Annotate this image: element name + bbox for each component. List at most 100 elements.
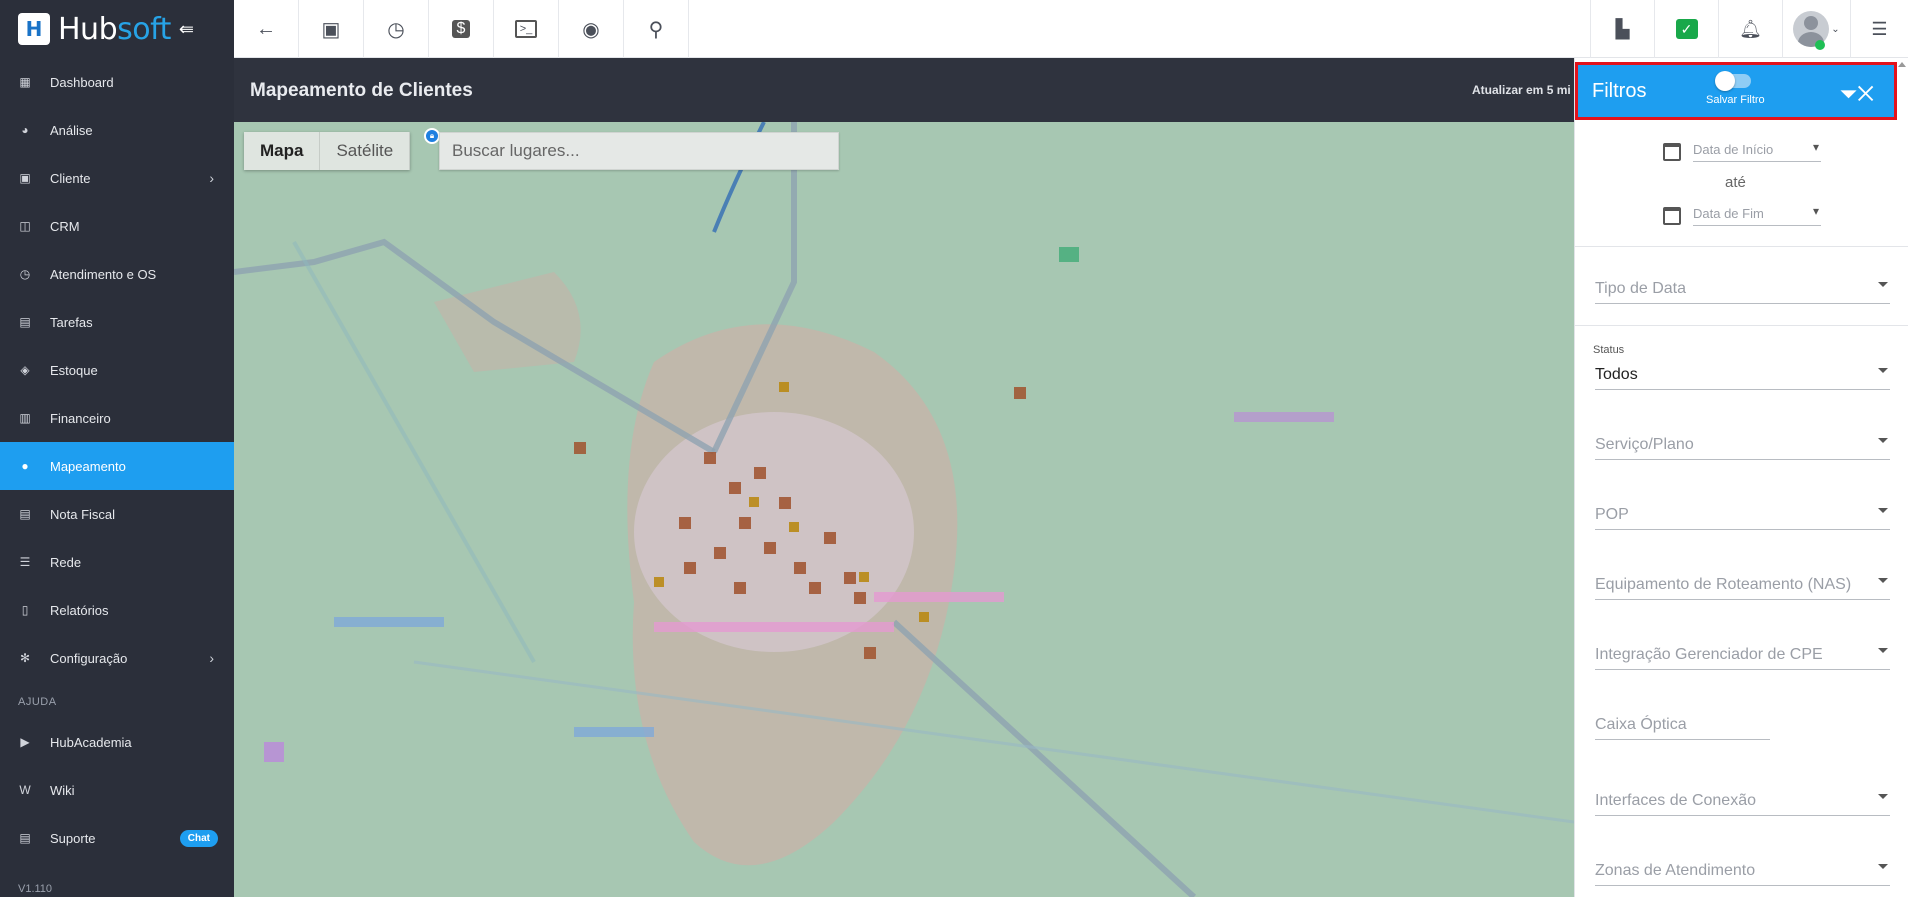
tasks-check-button[interactable]: ✓	[1654, 0, 1718, 58]
terminal-button[interactable]: >_	[494, 0, 559, 58]
map-area[interactable]: Mapa Satélite 🔒︎ Buscar lugares...	[234, 122, 1574, 897]
zonas-select[interactable]: Zonas de Atendimento	[1595, 862, 1890, 886]
calendar-clock-icon: ◷	[19, 267, 31, 281]
save-filter-toggle[interactable]	[1715, 71, 1751, 91]
scroll-up-icon[interactable]	[1898, 62, 1906, 67]
pie-chart-icon: ◕	[21, 123, 29, 137]
sidebar-item-label: Wiki	[50, 782, 75, 798]
sidebar-item-nota-fiscal[interactable]: ▤ Nota Fiscal	[0, 490, 234, 538]
sidebar-item-label: CRM	[50, 218, 80, 234]
schedule-button[interactable]: ◷	[364, 0, 429, 58]
wiki-icon: W	[19, 783, 31, 797]
sidebar-item-hubacademia[interactable]: ▶ HubAcademia	[0, 718, 234, 766]
status-label: Status	[1593, 344, 1625, 356]
crm-icon: ◫	[19, 219, 31, 233]
hubsoft-logo-icon: H	[18, 13, 50, 45]
caixa-optica-input[interactable]: Caixa Óptica	[1595, 716, 1770, 740]
sidebar-item-estoque[interactable]: ◈ Estoque	[0, 346, 234, 394]
notifications-button[interactable]: 🔔︎	[1718, 0, 1782, 58]
map-type-map[interactable]: Mapa	[244, 132, 321, 170]
map-type-switcher: Mapa Satélite	[244, 132, 411, 170]
network-icon: ☰	[19, 555, 31, 569]
sidebar-item-label: Configuração	[50, 650, 128, 666]
sidebar-item-suporte[interactable]: ▤ Suporte Chat	[0, 814, 234, 862]
sidebar-item-cliente[interactable]: ▣ Cliente ›	[0, 154, 234, 202]
sidebar-item-tarefas[interactable]: ▤ Tarefas	[0, 298, 234, 346]
brand-name: Hubsoft	[58, 11, 171, 47]
sidebar-item-label: HubAcademia	[50, 734, 132, 750]
chat-icon: ▤	[19, 831, 31, 845]
back-button[interactable]: ←	[234, 0, 299, 58]
terminal-icon: >_	[514, 20, 538, 38]
sidebar-item-rede[interactable]: ☰ Rede	[0, 538, 234, 586]
integracao-select[interactable]: Integração Gerenciador de CPE	[1595, 646, 1890, 670]
finance-button[interactable]: $	[429, 0, 494, 58]
version-label: V1.110	[18, 883, 53, 895]
dropdown-arrow-icon	[1878, 508, 1888, 513]
pop-label: POP	[1595, 506, 1629, 523]
client-button[interactable]: ▣	[299, 0, 364, 58]
date-start-row: Data de Início	[1663, 140, 1821, 162]
sidebar-item-label: Análise	[50, 122, 93, 138]
integracao-label: Integração Gerenciador de CPE	[1595, 646, 1823, 663]
sidebar-item-atendimento[interactable]: ◷ Atendimento e OS	[0, 250, 234, 298]
arrow-left-icon: ←	[256, 17, 276, 40]
collapse-sidebar-icon[interactable]: ⇚	[179, 19, 194, 40]
help-nav: ▶ HubAcademia W Wiki ▤ Suporte Chat	[0, 718, 234, 862]
check-icon: ✓	[1675, 19, 1698, 39]
sidebar-item-label: Nota Fiscal	[50, 506, 116, 522]
search-places-input[interactable]: Buscar lugares...	[439, 132, 839, 170]
auto-update-label: Atualizar em 5 mi	[1472, 83, 1571, 97]
report-icon: ▯	[21, 603, 29, 617]
user-menu[interactable]: ⌄	[1782, 0, 1850, 58]
divider	[1575, 325, 1908, 326]
filter-panel: Filtros Salvar Filtro ⏷✕ Data de Início …	[1574, 58, 1908, 897]
tipo-data-select[interactable]: Tipo de Data	[1595, 280, 1890, 304]
search-button[interactable]: ⚲	[624, 0, 689, 58]
dropdown-arrow-icon	[1878, 648, 1888, 653]
sidebar-item-wiki[interactable]: W Wiki	[0, 766, 234, 814]
sidebar-item-label: Dashboard	[50, 74, 114, 90]
sidebar-item-label: Atendimento e OS	[50, 266, 157, 282]
bell-icon: 🔔︎	[1739, 18, 1762, 39]
zonas-label: Zonas de Atendimento	[1595, 862, 1756, 879]
eye-icon: ◉	[582, 18, 600, 41]
top-toolbar: ← ▣ ◷ $ >_ ◉ ⚲ ▙ ✓ 🔔︎ ⌄ ☰	[234, 0, 1908, 58]
clear-filter-icon[interactable]: ⏷✕	[1840, 81, 1874, 107]
tipo-data-label: Tipo de Data	[1595, 280, 1687, 297]
map-type-satellite[interactable]: Satélite	[320, 132, 411, 170]
menu-button[interactable]: ☰	[1850, 0, 1908, 58]
sidebar-item-dashboard[interactable]: ▦ Dashboard	[0, 58, 234, 106]
map-canvas	[234, 122, 1574, 897]
sidebar-item-configuracao[interactable]: ✻ Configuração ›	[0, 634, 234, 682]
view-button[interactable]: ◉	[559, 0, 624, 58]
interfaces-label: Interfaces de Conexão	[1595, 792, 1756, 809]
date-start-field[interactable]: Data de Início	[1693, 140, 1821, 162]
chat-badge[interactable]: Chat	[179, 829, 218, 847]
contact-card-icon: ▣	[321, 18, 341, 41]
pdf-button[interactable]: ▙	[1590, 0, 1654, 58]
sidebar-item-financeiro[interactable]: ▥ Financeiro	[0, 394, 234, 442]
equipamento-select[interactable]: Equipamento de Roteamento (NAS)	[1595, 576, 1890, 600]
sidebar-item-crm[interactable]: ◫ CRM	[0, 202, 234, 250]
date-end-row: Data de Fim	[1663, 204, 1821, 226]
equipamento-label: Equipamento de Roteamento (NAS)	[1595, 576, 1852, 593]
status-select[interactable]: Todos	[1595, 366, 1890, 390]
date-end-field[interactable]: Data de Fim	[1693, 204, 1821, 226]
pop-select[interactable]: POP	[1595, 506, 1890, 530]
sidebar-item-label: Suporte	[50, 830, 96, 846]
pdf-file-icon: ▙	[1615, 18, 1630, 39]
sidebar-item-label: Mapeamento	[50, 458, 126, 474]
sidebar-item-analise[interactable]: ◕ Análise	[0, 106, 234, 154]
tasks-icon: ▤	[19, 315, 31, 329]
lock-icon[interactable]: 🔒︎	[424, 128, 440, 144]
brand[interactable]: H Hubsoft ⇚	[0, 0, 234, 58]
list-menu-icon: ☰	[1871, 18, 1888, 39]
search-icon: ⚲	[648, 18, 664, 41]
money-icon: ▥	[19, 411, 31, 425]
interfaces-select[interactable]: Interfaces de Conexão	[1595, 792, 1890, 816]
sidebar-item-mapeamento[interactable]: ● Mapeamento	[0, 442, 234, 490]
sidebar-item-relatorios[interactable]: ▯ Relatórios	[0, 586, 234, 634]
save-filter-label: Salvar Filtro	[1706, 94, 1765, 106]
servico-plano-select[interactable]: Serviço/Plano	[1595, 436, 1890, 460]
